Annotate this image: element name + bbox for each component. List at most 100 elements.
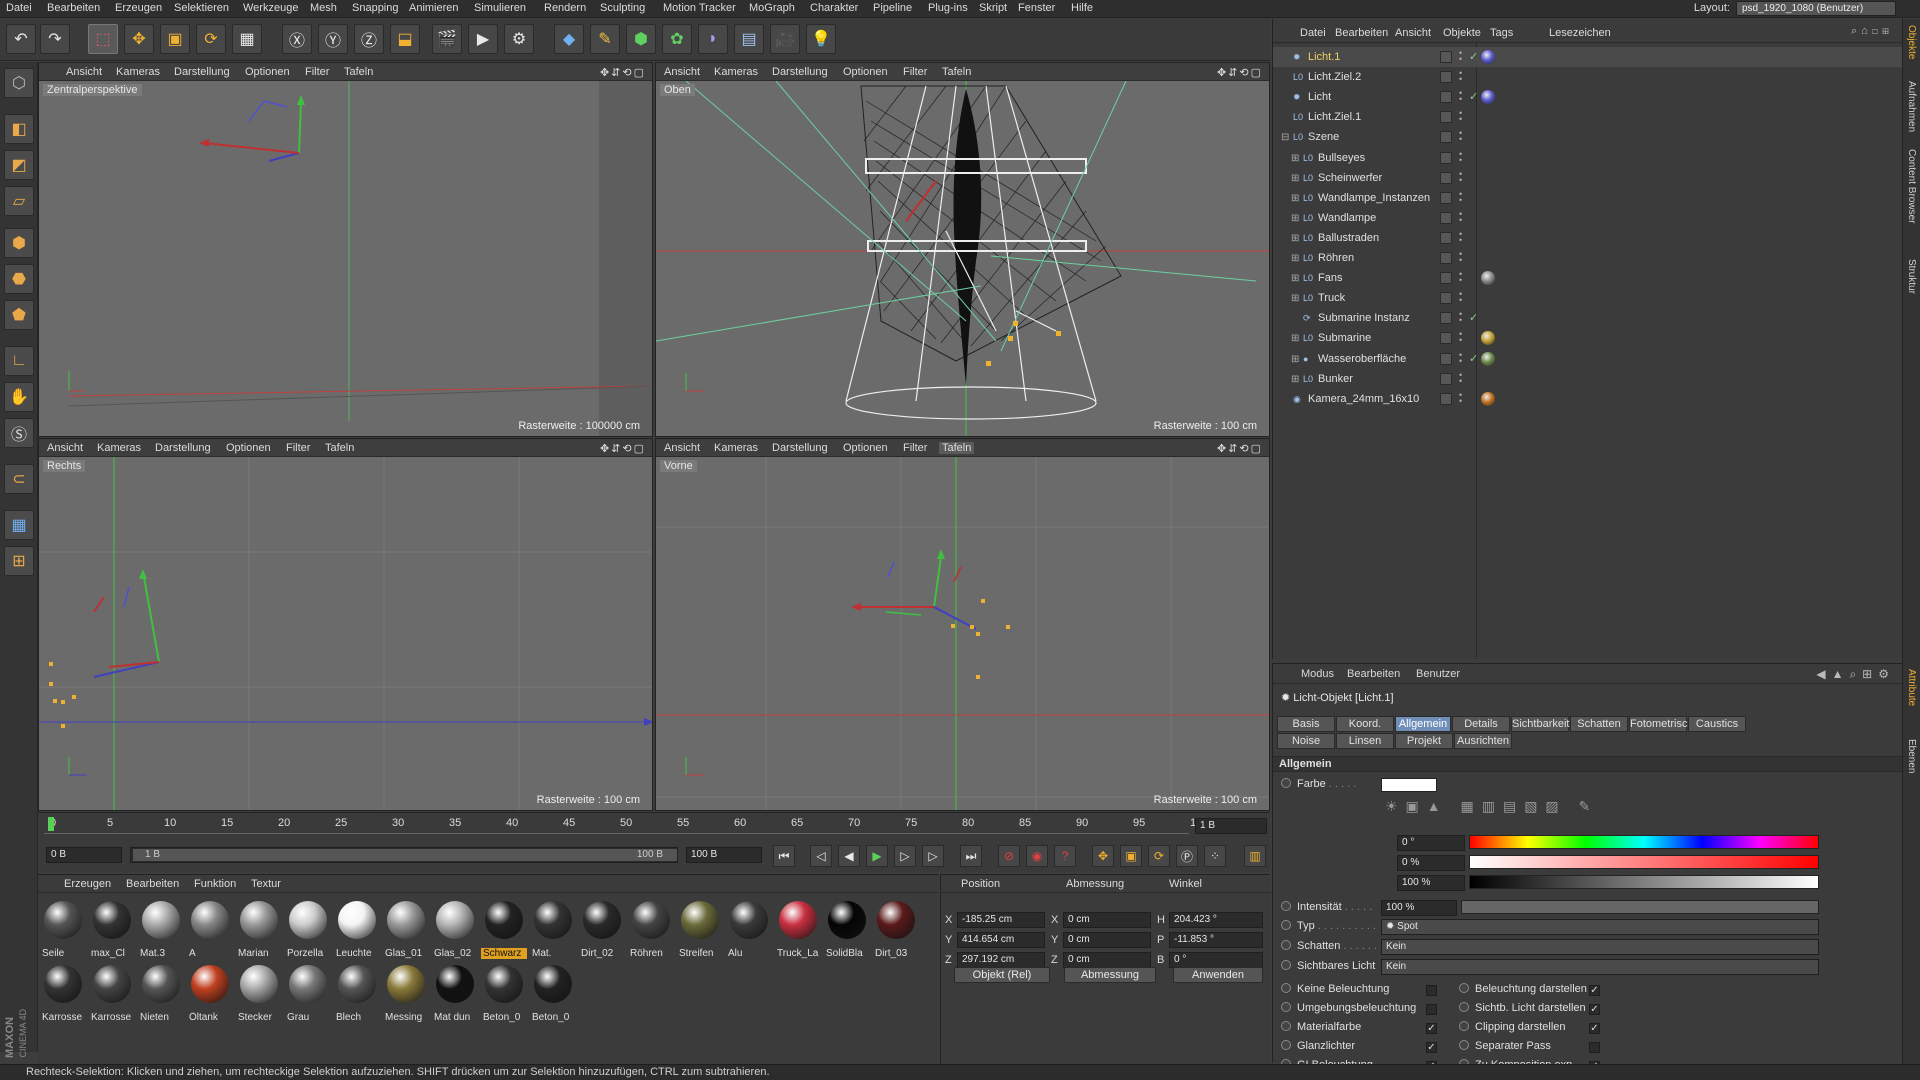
object-tag-icon[interactable] bbox=[1481, 271, 1495, 286]
vp-menu-optionen[interactable]: Optionen bbox=[843, 66, 888, 78]
vp-menu-kameras[interactable]: Kameras bbox=[97, 442, 141, 454]
material-swatch[interactable]: Stecker bbox=[236, 963, 282, 1025]
grid-icon[interactable]: ▦ bbox=[4, 510, 34, 540]
tab-linsen[interactable]: Linsen bbox=[1336, 733, 1394, 749]
checkbox[interactable] bbox=[1426, 985, 1437, 996]
material-swatch[interactable]: Messing bbox=[383, 963, 429, 1025]
intensity-slider[interactable] bbox=[1461, 900, 1819, 914]
tab-attribute[interactable]: Attribute bbox=[1906, 669, 1917, 706]
material-swatch[interactable]: SolidBla bbox=[824, 899, 870, 961]
obj-menu-objekte[interactable]: Objekte bbox=[1443, 27, 1481, 39]
object-row[interactable]: ⊞ L0 Scheinwerfer • • bbox=[1273, 168, 1903, 188]
color-picker-mode-icons[interactable]: ☀▣▲ ▦▥▤▧▨ ✎ bbox=[1385, 798, 1598, 815]
viewport-top[interactable]: Ansicht Kameras Darstellung Optionen Fil… bbox=[655, 62, 1270, 437]
tab-allgemein[interactable]: Allgemein bbox=[1395, 716, 1451, 732]
object-manager-icons[interactable]: ⌕⌂◻⊞ bbox=[1851, 25, 1893, 38]
timeline-window-icon[interactable]: ▥ bbox=[1244, 845, 1266, 867]
range-slider[interactable]: 1 B 100 B bbox=[130, 847, 678, 863]
goto-end-icon[interactable]: ⏭ bbox=[960, 845, 982, 867]
render-picture-viewer-icon[interactable]: ▶ bbox=[468, 24, 498, 54]
rotate-icon[interactable]: ⟳ bbox=[196, 24, 226, 54]
material-swatch[interactable]: Schwarz bbox=[481, 899, 527, 961]
next-key-icon[interactable]: ▷ bbox=[922, 845, 944, 867]
model-mode-icon[interactable]: ◧ bbox=[4, 114, 34, 144]
object-tag-icon[interactable] bbox=[1481, 90, 1495, 105]
menu-rendern[interactable]: Rendern bbox=[544, 2, 586, 14]
angle-field[interactable]: 204.423 ° bbox=[1169, 912, 1263, 928]
checkbox[interactable]: ✓ bbox=[1589, 985, 1600, 996]
material-swatch[interactable]: Truck_La bbox=[775, 899, 821, 961]
end-frame-field[interactable]: 100 B bbox=[686, 847, 762, 863]
vp-menu-darstellung[interactable]: Darstellung bbox=[772, 442, 828, 454]
object-tag-icon[interactable] bbox=[1481, 391, 1495, 406]
checkbox[interactable] bbox=[1589, 1042, 1600, 1053]
menu-pipeline[interactable]: Pipeline bbox=[873, 2, 912, 14]
material-swatch[interactable]: Leuchte bbox=[334, 899, 380, 961]
vp-menu-kameras[interactable]: Kameras bbox=[116, 66, 160, 78]
menu-motion-tracker[interactable]: Motion Tracker bbox=[663, 2, 736, 14]
undo-icon[interactable]: ↶ bbox=[6, 24, 36, 54]
saturation-slider[interactable] bbox=[1469, 855, 1819, 869]
key-rotation-icon[interactable]: ⟳ bbox=[1148, 845, 1170, 867]
h-field[interactable]: 0 ° bbox=[1397, 835, 1465, 851]
render-visibility-dots[interactable]: • • bbox=[1459, 69, 1462, 84]
vp-menu-ansicht[interactable]: Ansicht bbox=[66, 66, 102, 78]
object-tag-icon[interactable] bbox=[1481, 50, 1495, 64]
menu-plug-ins[interactable]: Plug-ins bbox=[928, 2, 968, 14]
visibility-toggle[interactable] bbox=[1440, 171, 1452, 184]
apply-button[interactable]: Anwenden bbox=[1173, 967, 1263, 983]
object-tag-icon[interactable] bbox=[1481, 331, 1495, 346]
expand-toggle-icon[interactable]: ⊞ bbox=[1291, 293, 1299, 304]
magnet-icon[interactable]: ⊂ bbox=[4, 464, 34, 494]
menu-snapping[interactable]: Snapping bbox=[352, 2, 399, 14]
render-view-icon[interactable]: 🎬 bbox=[432, 24, 462, 54]
pen-icon[interactable]: ✎ bbox=[590, 24, 620, 54]
vp-menu-tafeln[interactable]: Tafeln bbox=[939, 442, 975, 454]
tab-sichtbarkeit[interactable]: Sichtbarkeit bbox=[1511, 716, 1569, 732]
visibility-toggle[interactable] bbox=[1440, 151, 1452, 164]
object-row[interactable]: ⊞ L0 Submarine • • bbox=[1273, 328, 1903, 348]
render-visibility-dots[interactable]: • • bbox=[1459, 390, 1462, 405]
expand-toggle-icon[interactable]: ⊞ bbox=[1291, 374, 1299, 385]
vp-menu-filter[interactable]: Filter bbox=[305, 66, 329, 78]
vp-menu-ansicht[interactable]: Ansicht bbox=[47, 442, 83, 454]
object-row[interactable]: ⊞ L0 Röhren • • bbox=[1273, 248, 1903, 268]
object-row[interactable]: ⊞ L0 Fans • • bbox=[1273, 268, 1903, 288]
sculpt-grid-icon[interactable]: ⊞ bbox=[4, 546, 34, 576]
render-visibility-dots[interactable]: • • bbox=[1459, 189, 1462, 204]
tab-struktur[interactable]: Struktur bbox=[1906, 259, 1917, 294]
mat-menu-bearbeiten[interactable]: Bearbeiten bbox=[126, 878, 179, 890]
z-axis-icon[interactable]: Ⓩ bbox=[354, 24, 384, 54]
play-icon[interactable]: ▶ bbox=[866, 845, 888, 867]
vp-menu-optionen[interactable]: Optionen bbox=[245, 66, 290, 78]
visibility-toggle[interactable] bbox=[1440, 312, 1452, 325]
material-swatch[interactable]: Karrosse bbox=[40, 963, 86, 1025]
keyframe-selection-icon[interactable]: ? bbox=[1054, 845, 1076, 867]
menu-skript[interactable]: Skript bbox=[979, 2, 1007, 14]
menu-mesh[interactable]: Mesh bbox=[310, 2, 337, 14]
autokey-icon[interactable]: ◉ bbox=[1026, 845, 1048, 867]
tab-basis[interactable]: Basis bbox=[1277, 716, 1335, 732]
menu-hilfe[interactable]: Hilfe bbox=[1071, 2, 1093, 14]
layout-select[interactable]: psd_1920_1080 (Benutzer) bbox=[1736, 1, 1896, 16]
playhead[interactable] bbox=[48, 817, 54, 831]
camera-icon[interactable]: 🎥 bbox=[770, 24, 800, 54]
workplane-icon[interactable]: ▱ bbox=[4, 186, 34, 216]
intensity-field[interactable]: 100 % bbox=[1381, 900, 1457, 916]
visibility-toggle[interactable] bbox=[1440, 91, 1452, 104]
vp-menu-ansicht[interactable]: Ansicht bbox=[664, 442, 700, 454]
menu-animieren[interactable]: Animieren bbox=[409, 2, 459, 14]
obj-menu-bearbeiten[interactable]: Bearbeiten bbox=[1335, 27, 1388, 39]
goto-start-icon[interactable]: ⏮ bbox=[773, 845, 795, 867]
position-field[interactable]: 297.192 cm bbox=[957, 952, 1045, 968]
render-visibility-dots[interactable]: • • bbox=[1459, 129, 1462, 144]
checkbox[interactable]: ✓ bbox=[1426, 1042, 1437, 1053]
tab-ausrichten[interactable]: Ausrichten bbox=[1454, 733, 1512, 749]
tab-fotometrisch[interactable]: Fotometrisch bbox=[1629, 716, 1694, 732]
viewport-perspective[interactable]: Ansicht Kameras Darstellung Optionen Fil… bbox=[38, 62, 653, 437]
next-frame-icon[interactable]: ▷ bbox=[894, 845, 916, 867]
v-field[interactable]: 100 % bbox=[1397, 875, 1465, 891]
enabled-check-icon[interactable]: ✓ bbox=[1469, 90, 1478, 103]
vp-menu-tafeln[interactable]: Tafeln bbox=[325, 442, 354, 454]
material-swatch[interactable]: Mat.3 bbox=[138, 899, 184, 961]
